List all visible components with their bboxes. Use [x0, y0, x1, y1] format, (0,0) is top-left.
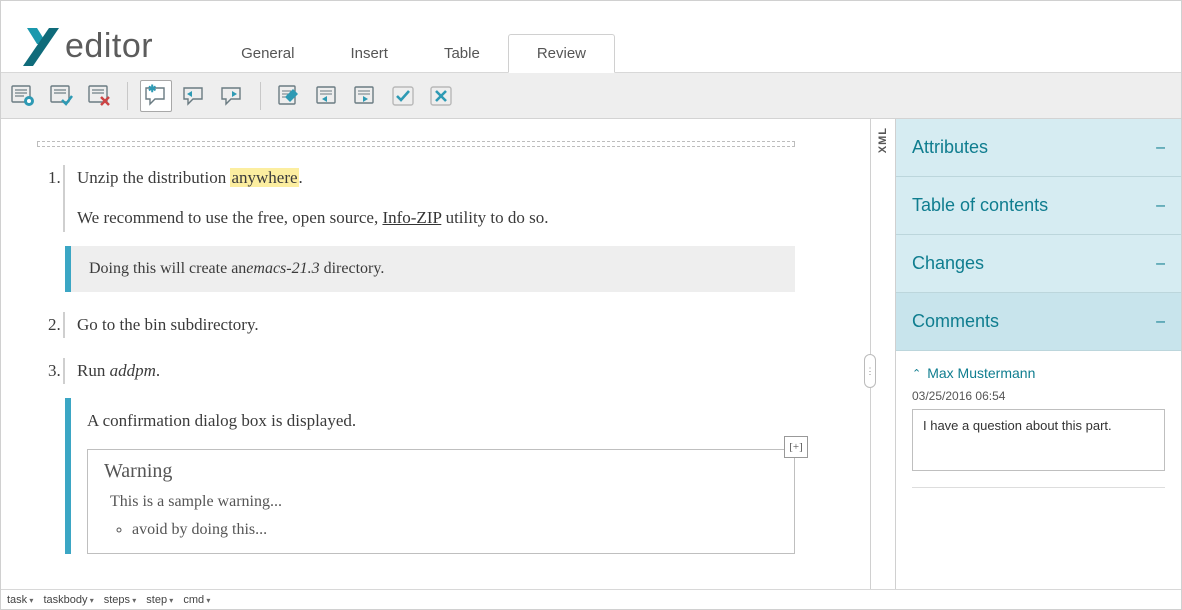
info-em: emacs-21.3: [246, 260, 319, 277]
app-logo: editor: [23, 26, 153, 66]
warning-text: This is a sample warning...: [110, 493, 778, 511]
panel-changes[interactable]: Changes –: [896, 235, 1181, 293]
crumb-cmd[interactable]: cmd: [183, 594, 210, 606]
crumb-taskbody[interactable]: taskbody: [43, 594, 93, 606]
step1-text-post: .: [299, 168, 303, 187]
logo-text: editor: [65, 27, 153, 66]
menu-tab-table[interactable]: Table: [416, 35, 508, 72]
comment-highlight[interactable]: anywhere: [230, 168, 298, 187]
step3-pre: Run: [77, 361, 110, 380]
toolbar-separator: [127, 82, 128, 110]
xml-tab-label: XML: [877, 127, 889, 153]
next-comment-icon: [219, 83, 245, 109]
accept-change-icon: [390, 83, 416, 109]
warning-box: [+] Warning This is a sample warning... …: [87, 449, 795, 554]
track-changes-settings-button[interactable]: [7, 80, 39, 112]
warning-bullet: avoid by doing this...: [132, 521, 778, 539]
xml-side-tab[interactable]: ⋮ XML: [870, 119, 896, 589]
step-3[interactable]: Run addpm. A confirmation dialog box is …: [65, 358, 795, 554]
panel-comments-label: Comments: [912, 311, 999, 332]
previous-comment-button[interactable]: [178, 80, 210, 112]
procedure-list: Unzip the distribution anywhere. We reco…: [37, 165, 795, 554]
warning-title: Warning: [104, 460, 778, 483]
panel-attributes[interactable]: Attributes –: [896, 119, 1181, 177]
menu-tab-general[interactable]: General: [213, 35, 322, 72]
collapse-icon: –: [1156, 197, 1165, 215]
info-pre: Doing this will create an: [89, 260, 246, 277]
chevron-up-icon: ⌃: [912, 367, 921, 380]
svg-text:✱: ✱: [148, 84, 157, 95]
comment-author: Max Mustermann: [927, 365, 1035, 381]
step2-text: Go to the bin subdirectory.: [77, 312, 795, 338]
accept-all-changes-icon: [48, 83, 74, 109]
track-changes-settings-icon: [10, 83, 36, 109]
edit-change-button[interactable]: [273, 80, 305, 112]
accept-change-button[interactable]: [387, 80, 419, 112]
logo-x-icon: [23, 26, 63, 66]
previous-change-icon: [314, 83, 340, 109]
note-text: A confirmation dialog box is displayed.: [87, 408, 795, 434]
collapse-icon: –: [1156, 313, 1165, 331]
next-change-button[interactable]: [349, 80, 381, 112]
comment-body: I have a question about this part.: [923, 418, 1112, 433]
previous-change-button[interactable]: [311, 80, 343, 112]
step1-sub-post: utility to do so.: [441, 208, 548, 227]
comment-text-input[interactable]: I have a question about this part.: [912, 409, 1165, 471]
comment-divider: [912, 487, 1165, 488]
panel-comments[interactable]: Comments –: [896, 293, 1181, 351]
comment-timestamp: 03/25/2016 06:54: [912, 389, 1165, 403]
menu-bar: editor General Insert Table Review: [1, 1, 1181, 73]
crumb-steps[interactable]: steps: [104, 594, 137, 606]
menu-tab-review[interactable]: Review: [508, 34, 615, 73]
crumb-step[interactable]: step: [146, 594, 173, 606]
next-change-icon: [352, 83, 378, 109]
info-post: directory.: [320, 260, 385, 277]
panel-attributes-label: Attributes: [912, 137, 988, 158]
collapse-icon: –: [1156, 255, 1165, 273]
step-1[interactable]: Unzip the distribution anywhere. We reco…: [65, 165, 795, 292]
right-sidebar: Attributes– Table of contents– Changes– …: [896, 119, 1181, 589]
panel-toc-label: Table of contents: [912, 195, 1048, 216]
comment-author-toggle[interactable]: ⌃ Max Mustermann: [912, 365, 1165, 381]
edit-change-icon: [276, 83, 302, 109]
new-comment-button[interactable]: ✱: [140, 80, 172, 112]
step3-em: addpm: [110, 361, 156, 380]
comments-body: ⌃ Max Mustermann 03/25/2016 06:54 I have…: [896, 351, 1181, 589]
breadcrumb-bar: task taskbody steps step cmd: [1, 589, 1181, 609]
next-comment-button[interactable]: [216, 80, 248, 112]
collapse-icon: –: [1156, 139, 1165, 157]
reject-all-changes-button[interactable]: [83, 80, 115, 112]
crumb-task[interactable]: task: [7, 594, 33, 606]
new-comment-icon: ✱: [143, 83, 169, 109]
reject-change-button[interactable]: [425, 80, 457, 112]
review-toolbar: ✱: [1, 73, 1181, 119]
collapsed-region[interactable]: [37, 141, 795, 147]
menu-tab-insert[interactable]: Insert: [322, 35, 416, 72]
step1-text-pre: Unzip the distribution: [77, 168, 230, 187]
toolbar-separator: [260, 82, 261, 110]
note-block: A confirmation dialog box is displayed. …: [65, 398, 795, 553]
splitter-handle[interactable]: ⋮: [864, 354, 876, 388]
step-2[interactable]: Go to the bin subdirectory.: [65, 312, 795, 338]
panel-toc[interactable]: Table of contents –: [896, 177, 1181, 235]
reject-all-changes-icon: [86, 83, 112, 109]
infozip-link[interactable]: Info-ZIP: [382, 208, 441, 227]
editor-area[interactable]: Unzip the distribution anywhere. We reco…: [1, 119, 870, 589]
previous-comment-icon: [181, 83, 207, 109]
reject-change-icon: [428, 83, 454, 109]
expand-toggle[interactable]: [+]: [784, 436, 808, 458]
step1-sub-pre: We recommend to use the free, open sourc…: [77, 208, 382, 227]
step3-post: .: [156, 361, 160, 380]
accept-all-changes-button[interactable]: [45, 80, 77, 112]
info-block: Doing this will create anemacs-21.3 dire…: [65, 246, 795, 292]
panel-changes-label: Changes: [912, 253, 984, 274]
